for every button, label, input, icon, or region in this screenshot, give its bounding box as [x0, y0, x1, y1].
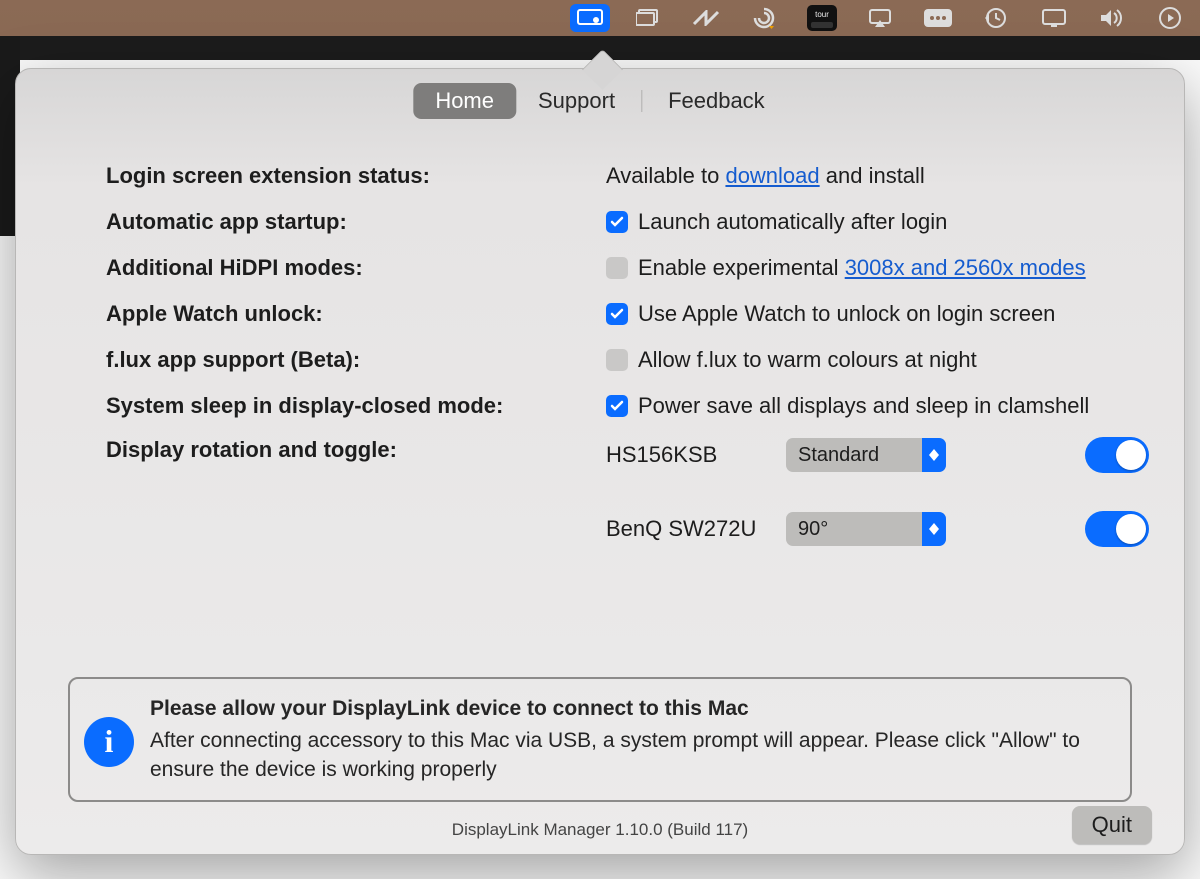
rotation-value-1: 90° — [798, 518, 828, 541]
select-stepper-icon — [922, 512, 946, 546]
select-stepper-icon — [922, 438, 946, 472]
more-menubar-icon[interactable] — [918, 4, 958, 32]
hidpi-modes-link[interactable]: 3008x and 2560x modes — [845, 255, 1086, 280]
volume-menubar-icon[interactable] — [1092, 4, 1132, 32]
checkbox-hidpi[interactable] — [606, 257, 628, 279]
version-label: DisplayLink Manager 1.10.0 (Build 117) — [452, 820, 748, 840]
info-body: After connecting accessory to this Mac v… — [150, 727, 1110, 784]
timemachine-menubar-icon[interactable] — [976, 4, 1016, 32]
tourbox-menubar-icon[interactable]: tour — [802, 4, 842, 32]
display-menubar-icon[interactable] — [1034, 4, 1074, 32]
checkbox-auto-startup[interactable] — [606, 211, 628, 233]
label-login-extension: Login screen extension status: — [106, 163, 606, 189]
row-system-sleep: System sleep in display-closed mode: Pow… — [106, 391, 1149, 421]
tab-bar: Home Support Feedback — [413, 83, 786, 119]
play-menubar-icon[interactable] — [1150, 4, 1190, 32]
rotation-select-1[interactable]: 90° — [786, 512, 946, 546]
arrow-menubar-icon[interactable] — [686, 4, 726, 32]
display-toggle-1[interactable] — [1085, 511, 1149, 547]
display-toggle-0[interactable] — [1085, 437, 1149, 473]
displaylink-popover: Home Support Feedback Login screen exten… — [15, 68, 1185, 855]
checkbox-apple-watch[interactable] — [606, 303, 628, 325]
screenshot-menubar-icon[interactable] — [628, 4, 668, 32]
info-box: i Please allow your DisplayLink device t… — [68, 677, 1132, 802]
rotation-select-0[interactable]: Standard — [786, 438, 946, 472]
footer: DisplayLink Manager 1.10.0 (Build 117) — [16, 820, 1184, 840]
airplay-menubar-icon[interactable] — [860, 4, 900, 32]
download-link[interactable]: download — [725, 163, 819, 188]
settings-list: Login screen extension status: Available… — [106, 161, 1149, 583]
text-hidpi: Enable experimental 3008x and 2560x mode… — [638, 255, 1086, 281]
text-system-sleep: Power save all displays and sleep in cla… — [638, 393, 1089, 419]
label-apple-watch: Apple Watch unlock: — [106, 301, 606, 327]
row-hidpi: Additional HiDPI modes: Enable experimen… — [106, 253, 1149, 283]
quit-button[interactable]: Quit — [1072, 806, 1152, 844]
label-system-sleep: System sleep in display-closed mode: — [106, 393, 606, 419]
checkbox-flux[interactable] — [606, 349, 628, 371]
text-apple-watch: Use Apple Watch to unlock on login scree… — [638, 301, 1055, 327]
display-row-1: BenQ SW272U 90° — [606, 511, 1149, 547]
spiral-menubar-icon[interactable] — [744, 4, 784, 32]
display-name-0: HS156KSB — [606, 442, 786, 468]
text-flux: Allow f.lux to warm colours at night — [638, 347, 977, 373]
row-flux: f.lux app support (Beta): Allow f.lux to… — [106, 345, 1149, 375]
label-flux: f.lux app support (Beta): — [106, 347, 606, 373]
text-auto-startup: Launch automatically after login — [638, 209, 947, 235]
login-extension-status: Available to download and install — [606, 163, 925, 189]
row-display-rotation: Display rotation and toggle: HS156KSB St… — [106, 437, 1149, 567]
tab-support[interactable]: Support — [516, 83, 637, 119]
info-title: Please allow your DisplayLink device to … — [150, 695, 1110, 723]
display-row-0: HS156KSB Standard — [606, 437, 1149, 473]
displaylink-menubar-icon[interactable] — [570, 4, 610, 32]
row-auto-startup: Automatic app startup: Launch automatica… — [106, 207, 1149, 237]
row-apple-watch: Apple Watch unlock: Use Apple Watch to u… — [106, 299, 1149, 329]
row-login-extension: Login screen extension status: Available… — [106, 161, 1149, 191]
display-name-1: BenQ SW272U — [606, 516, 786, 542]
svg-text:tour: tour — [815, 10, 829, 19]
checkbox-system-sleep[interactable] — [606, 395, 628, 417]
label-hidpi: Additional HiDPI modes: — [106, 255, 606, 281]
macos-menubar: tour — [0, 0, 1200, 36]
tab-home[interactable]: Home — [413, 83, 516, 119]
label-auto-startup: Automatic app startup: — [106, 209, 606, 235]
info-icon: i — [84, 717, 134, 767]
tab-separator — [641, 90, 642, 112]
rotation-value-0: Standard — [798, 444, 879, 467]
tab-feedback[interactable]: Feedback — [646, 83, 787, 119]
label-display-rotation: Display rotation and toggle: — [106, 437, 606, 463]
